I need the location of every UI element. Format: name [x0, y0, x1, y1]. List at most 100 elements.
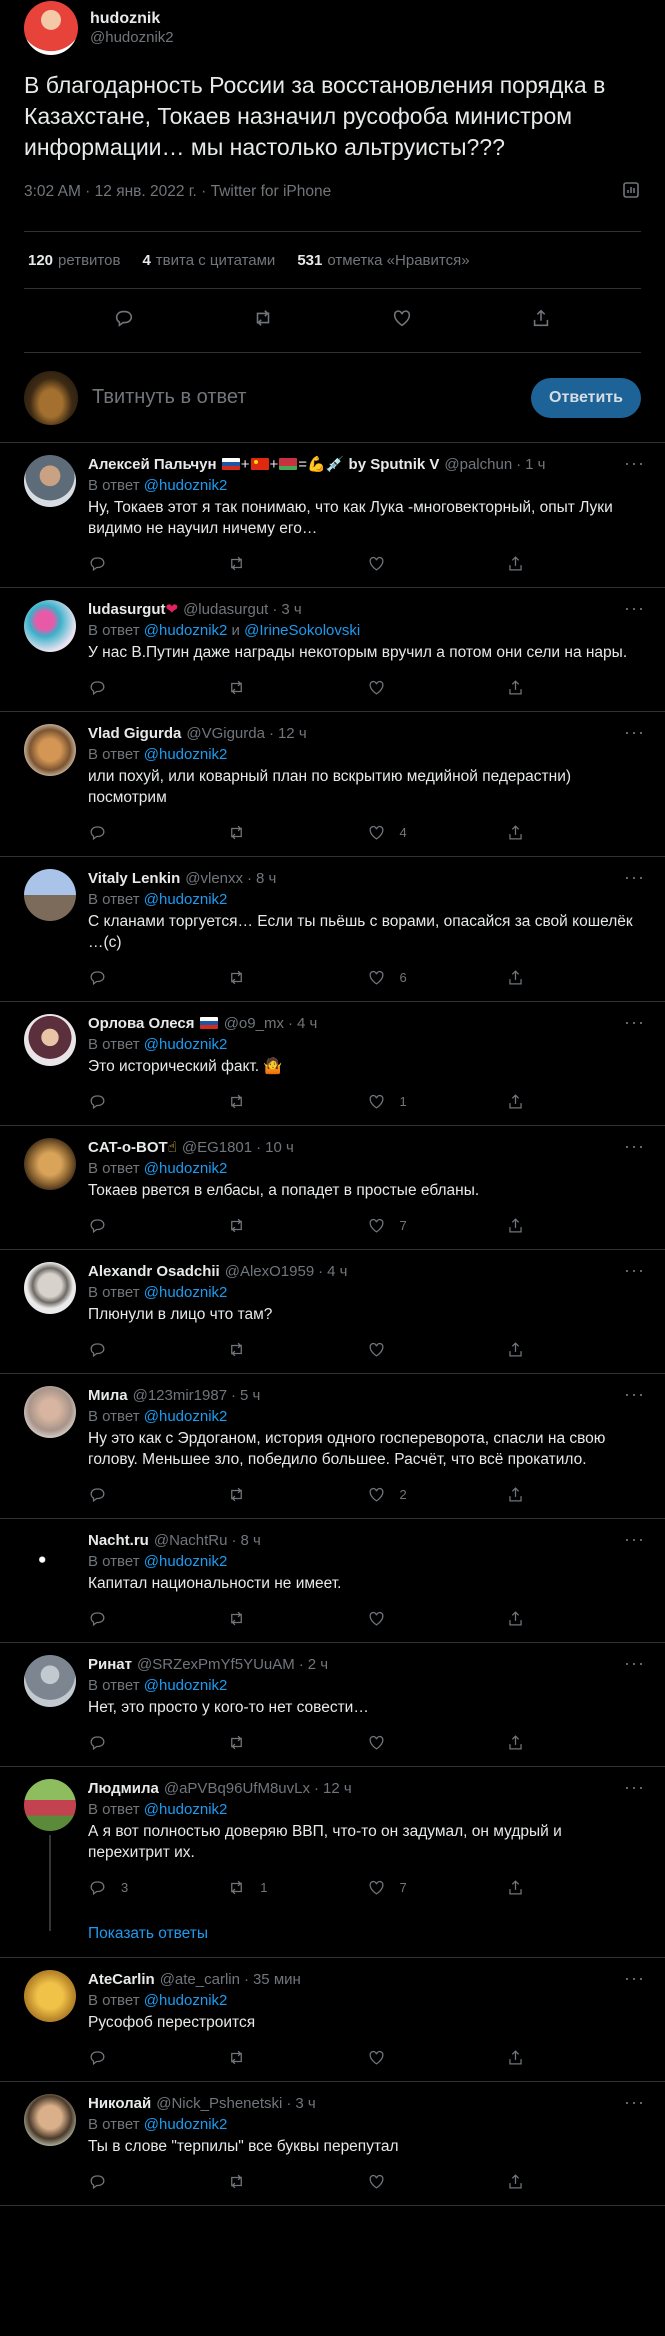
like-icon[interactable]: [367, 968, 400, 987]
mention-link[interactable]: @hudoznik2: [144, 2116, 228, 2133]
retweet-action[interactable]: [227, 2172, 366, 2191]
author-handle[interactable]: @AlexO1959: [225, 1262, 314, 1282]
mention-link[interactable]: @hudoznik2: [144, 1036, 228, 1053]
retweet-action[interactable]: [227, 554, 366, 573]
share-action[interactable]: [506, 968, 645, 987]
like-action[interactable]: 7: [367, 1878, 506, 1897]
retweet-icon[interactable]: [252, 307, 274, 334]
like-icon[interactable]: [367, 1609, 400, 1628]
reply-action[interactable]: [88, 554, 227, 573]
like-icon[interactable]: [367, 1733, 400, 1752]
reply-time[interactable]: 8 ч: [240, 1531, 260, 1551]
author-handle[interactable]: @vlenxx: [185, 869, 243, 889]
likes-stat[interactable]: 531 отметка «Нравится»: [297, 252, 469, 269]
share-icon[interactable]: [506, 554, 539, 573]
avatar[interactable]: [24, 2094, 76, 2146]
share-icon[interactable]: [530, 307, 552, 334]
retweet-icon[interactable]: [227, 1878, 260, 1897]
share-icon[interactable]: [506, 1092, 539, 1111]
author-handle[interactable]: @EG1801: [182, 1138, 252, 1158]
reply-icon[interactable]: [88, 1878, 121, 1897]
more-options-icon[interactable]: ···: [624, 1777, 645, 1798]
reply-input[interactable]: Твитнуть в ответ: [92, 386, 531, 409]
share-action[interactable]: [506, 678, 645, 697]
like-action[interactable]: 6: [367, 968, 506, 987]
share-icon[interactable]: [506, 968, 539, 987]
retweet-icon[interactable]: [227, 2048, 260, 2067]
like-action[interactable]: 2: [367, 1485, 506, 1504]
author-handle[interactable]: @SRZexPmYf5YUuAM: [137, 1655, 295, 1675]
retweet-action[interactable]: [227, 1733, 366, 1752]
share-icon[interactable]: [506, 2048, 539, 2067]
like-icon[interactable]: [367, 678, 400, 697]
reply-action[interactable]: [88, 968, 227, 987]
like-icon[interactable]: [367, 1216, 400, 1235]
reply-icon[interactable]: [88, 1609, 121, 1628]
retweet-icon[interactable]: [227, 1216, 260, 1235]
retweets-stat[interactable]: 120 ретвитов: [28, 252, 120, 269]
mention-link[interactable]: @hudoznik2: [144, 1677, 228, 1694]
share-action[interactable]: [506, 1340, 645, 1359]
author-handle[interactable]: @ludasurgut: [183, 600, 268, 620]
reply-time[interactable]: 5 ч: [240, 1386, 260, 1406]
retweet-icon[interactable]: [227, 2172, 260, 2191]
reply-time[interactable]: 3 ч: [295, 2094, 315, 2114]
retweet-action[interactable]: [227, 1216, 366, 1235]
like-action[interactable]: [367, 554, 506, 573]
more-options-icon[interactable]: ···: [624, 722, 645, 743]
more-options-icon[interactable]: ···: [624, 1012, 645, 1033]
author-name[interactable]: Vlad Gigurda: [88, 724, 181, 744]
analytics-icon[interactable]: [621, 180, 641, 205]
reply-time[interactable]: 2 ч: [308, 1655, 328, 1675]
author-handle[interactable]: @Nick_Pshenetski: [156, 2094, 282, 2114]
author-name[interactable]: Ринат: [88, 1655, 132, 1675]
mention-link[interactable]: @hudoznik2: [144, 1992, 228, 2009]
reply-action[interactable]: [88, 823, 227, 842]
author-name[interactable]: Vitaly Lenkin: [88, 869, 180, 889]
more-options-icon[interactable]: ···: [624, 867, 645, 888]
author-name[interactable]: hudoznik: [90, 9, 174, 29]
more-options-icon[interactable]: ···: [624, 453, 645, 474]
reply-time[interactable]: 4 ч: [297, 1014, 317, 1034]
share-icon[interactable]: [506, 1485, 539, 1504]
mention-link[interactable]: @IrineSokolovski: [244, 622, 360, 639]
reply-time[interactable]: 12 ч: [323, 1779, 352, 1799]
avatar[interactable]: [24, 455, 76, 507]
author-handle[interactable]: @ate_carlin: [160, 1970, 240, 1990]
more-options-icon[interactable]: ···: [624, 598, 645, 619]
share-icon[interactable]: [506, 678, 539, 697]
like-action[interactable]: [367, 1340, 506, 1359]
retweet-icon[interactable]: [227, 1609, 260, 1628]
avatar[interactable]: [24, 600, 76, 652]
share-action[interactable]: [506, 1733, 645, 1752]
share-icon[interactable]: [506, 823, 539, 842]
author-handle[interactable]: @o9_mx: [224, 1014, 284, 1034]
retweet-action[interactable]: 1: [227, 1878, 366, 1897]
reply-time[interactable]: 10 ч: [265, 1138, 294, 1158]
reply-icon[interactable]: [88, 1216, 121, 1235]
avatar[interactable]: [24, 724, 76, 776]
avatar[interactable]: [24, 1531, 76, 1583]
like-icon[interactable]: [367, 1485, 400, 1504]
retweet-icon[interactable]: [227, 554, 260, 573]
author-handle[interactable]: @NachtRu: [154, 1531, 228, 1551]
share-action[interactable]: [506, 1878, 645, 1897]
author-handle[interactable]: @palchun: [444, 455, 512, 475]
share-action[interactable]: [506, 1609, 645, 1628]
share-icon[interactable]: [506, 2172, 539, 2191]
mention-link[interactable]: @hudoznik2: [144, 1284, 228, 1301]
reply-action[interactable]: [88, 1340, 227, 1359]
share-icon[interactable]: [506, 1340, 539, 1359]
reply-icon[interactable]: [113, 307, 135, 334]
author-name[interactable]: Alexandr Osadchii: [88, 1262, 220, 1282]
like-icon[interactable]: [367, 1092, 400, 1111]
share-icon[interactable]: [506, 1733, 539, 1752]
mention-link[interactable]: @hudoznik2: [144, 1160, 228, 1177]
like-icon[interactable]: [367, 2048, 400, 2067]
author-name[interactable]: Людмила: [88, 1779, 159, 1799]
avatar[interactable]: [24, 1779, 76, 1831]
reply-icon[interactable]: [88, 678, 121, 697]
like-icon[interactable]: [391, 307, 413, 334]
author-handle[interactable]: @aPVBq96UfM8uvLx: [164, 1779, 310, 1799]
like-action[interactable]: 7: [367, 1216, 506, 1235]
